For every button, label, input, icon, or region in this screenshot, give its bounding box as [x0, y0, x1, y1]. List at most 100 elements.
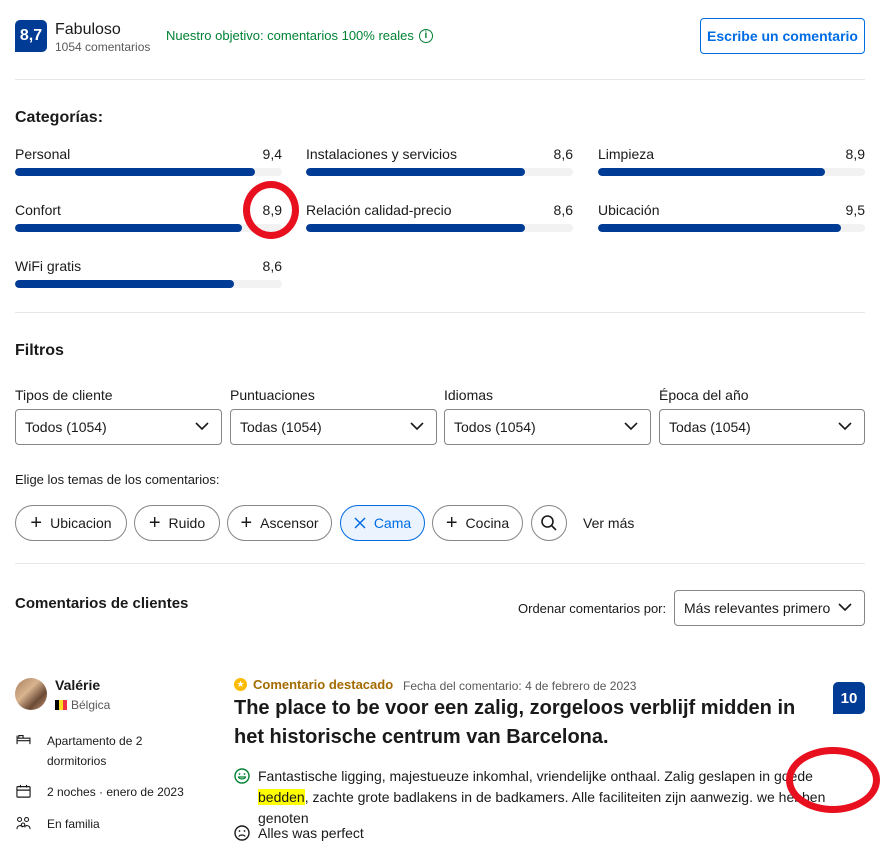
- calendar-icon: [16, 784, 31, 798]
- chevron-down-icon: [410, 422, 424, 431]
- plus-icon: +: [148, 512, 161, 534]
- positive-comment: Fantastische ligging, majestueuze inkomh…: [234, 766, 849, 829]
- chip-ascensor[interactable]: + Ascensor: [227, 505, 332, 541]
- select-value: Todas (1054): [669, 419, 751, 435]
- category-relacion-calidad-precio: Relación calidad-precio 8,6: [306, 202, 573, 234]
- category-personal: Personal 9,4: [15, 146, 282, 178]
- chip-label: Ubicacion: [50, 515, 112, 531]
- category-track: [15, 224, 282, 232]
- plus-icon: +: [30, 512, 43, 534]
- select-languages[interactable]: Todos (1054): [444, 409, 651, 445]
- category-bar: [15, 224, 242, 232]
- review-title: The place to be voor een zalig, zorgeloo…: [234, 697, 796, 748]
- chip-cocina[interactable]: + Cocina: [432, 505, 523, 541]
- belgium-flag-icon: [55, 700, 67, 710]
- category-bar: [15, 280, 234, 288]
- traveler-text: En familia: [47, 817, 100, 831]
- select-season[interactable]: Todas (1054): [659, 409, 865, 445]
- info-icon[interactable]: i: [418, 28, 433, 43]
- filter-label-season: Época del año: [659, 387, 749, 403]
- category-track: [306, 168, 573, 176]
- divider: [15, 79, 865, 80]
- search-topics-button[interactable]: [531, 505, 567, 541]
- select-value: Todas (1054): [240, 419, 322, 435]
- sort-select[interactable]: Más relevantes primero: [674, 590, 865, 626]
- chip-cama[interactable]: Cama: [340, 505, 425, 541]
- sad-face-icon: [234, 825, 250, 841]
- overall-score-badge: 8,7: [15, 20, 47, 52]
- chevron-down-icon: [838, 603, 852, 612]
- objective-text: Nuestro objetivo: comentarios 100% reale…: [166, 28, 414, 43]
- category-score: 9,4: [262, 146, 282, 162]
- filters-title: Filtros: [15, 342, 64, 359]
- chevron-down-icon: [838, 422, 852, 431]
- write-review-button[interactable]: Escribe un comentario: [700, 18, 865, 54]
- category-bar: [15, 168, 256, 176]
- chip-ruido[interactable]: + Ruido: [134, 505, 220, 541]
- select-value: Todos (1054): [454, 419, 536, 435]
- chip-label: Ruido: [168, 515, 206, 531]
- filter-label-client-type: Tipos de cliente: [15, 387, 113, 403]
- chevron-down-icon: [624, 422, 638, 431]
- room-type: Apartamento de 2 dormitorios: [15, 731, 205, 771]
- chip-label: Cocina: [465, 515, 510, 531]
- chip-label: Ascensor: [260, 515, 319, 531]
- close-icon: [354, 517, 366, 529]
- category-label: Limpieza: [598, 146, 655, 162]
- sort-value: Más relevantes primero: [684, 600, 831, 616]
- positive-text: Fantastische ligging, majestueuze inkomh…: [258, 766, 849, 829]
- star-icon: ★: [234, 678, 247, 691]
- sort-label: Ordenar comentarios por:: [518, 601, 667, 616]
- category-bar: [306, 168, 525, 176]
- divider: [15, 312, 865, 313]
- objective-note: Nuestro objetivo: comentarios 100% reale…: [166, 28, 433, 43]
- category-confort: Confort 8,9: [15, 202, 282, 234]
- filter-label-languages: Idiomas: [444, 387, 494, 403]
- category-track: [598, 168, 865, 176]
- category-track: [306, 224, 573, 232]
- negative-comment: Alles was perfect: [234, 823, 364, 844]
- category-wifi: WiFi gratis 8,6: [15, 258, 282, 290]
- plus-icon: +: [240, 512, 253, 534]
- plus-icon: +: [445, 512, 458, 534]
- select-client-type[interactable]: Todos (1054): [15, 409, 222, 445]
- chip-ubicacion[interactable]: + Ubicacion: [15, 505, 127, 541]
- category-label: Relación calidad-precio: [306, 202, 452, 218]
- category-label: Confort: [15, 202, 61, 218]
- negative-text: Alles was perfect: [258, 825, 364, 841]
- categories-title: Categorías:: [15, 109, 104, 126]
- positive-text-after: , zachte grote badlakens in de badkamers…: [258, 789, 826, 826]
- category-label: Personal: [15, 146, 71, 162]
- featured-label: Comentario destacado: [253, 677, 394, 692]
- category-bar: [306, 224, 525, 232]
- category-ubicacion: Ubicación 9,5: [598, 202, 865, 234]
- search-icon: [541, 515, 557, 531]
- category-score: 8,9: [845, 146, 865, 162]
- review-date: Fecha del comentario: 4 de febrero de 20…: [403, 679, 637, 693]
- review-score-badge: 10: [833, 682, 865, 714]
- category-label: Ubicación: [598, 202, 660, 218]
- family-icon: [16, 816, 31, 830]
- reviewer-country: Bélgica: [55, 698, 110, 712]
- select-value: Todos (1054): [25, 419, 107, 435]
- room-type-text: Apartamento de 2 dormitorios: [47, 734, 143, 768]
- category-score: 8,6: [262, 258, 282, 274]
- divider: [15, 563, 865, 564]
- category-instalaciones: Instalaciones y servicios 8,6: [306, 146, 573, 178]
- category-track: [598, 224, 865, 232]
- category-score: 8,6: [553, 202, 573, 218]
- category-score: 8,9: [262, 202, 282, 218]
- category-label: Instalaciones y servicios: [306, 146, 457, 162]
- highlighted-word: bedden: [258, 789, 305, 805]
- traveler-type: En familia: [15, 814, 100, 834]
- category-bar: [598, 224, 841, 232]
- see-more-link[interactable]: Ver más: [583, 515, 634, 531]
- category-score: 8,6: [553, 146, 573, 162]
- review-count: 1054 comentarios: [55, 40, 151, 54]
- category-track: [15, 280, 282, 288]
- category-limpieza: Limpieza 8,9: [598, 146, 865, 178]
- select-scores[interactable]: Todas (1054): [230, 409, 437, 445]
- positive-text-before: Fantastische ligging, majestueuze inkomh…: [258, 768, 813, 784]
- chip-label: Cama: [373, 515, 412, 531]
- chevron-down-icon: [195, 422, 209, 431]
